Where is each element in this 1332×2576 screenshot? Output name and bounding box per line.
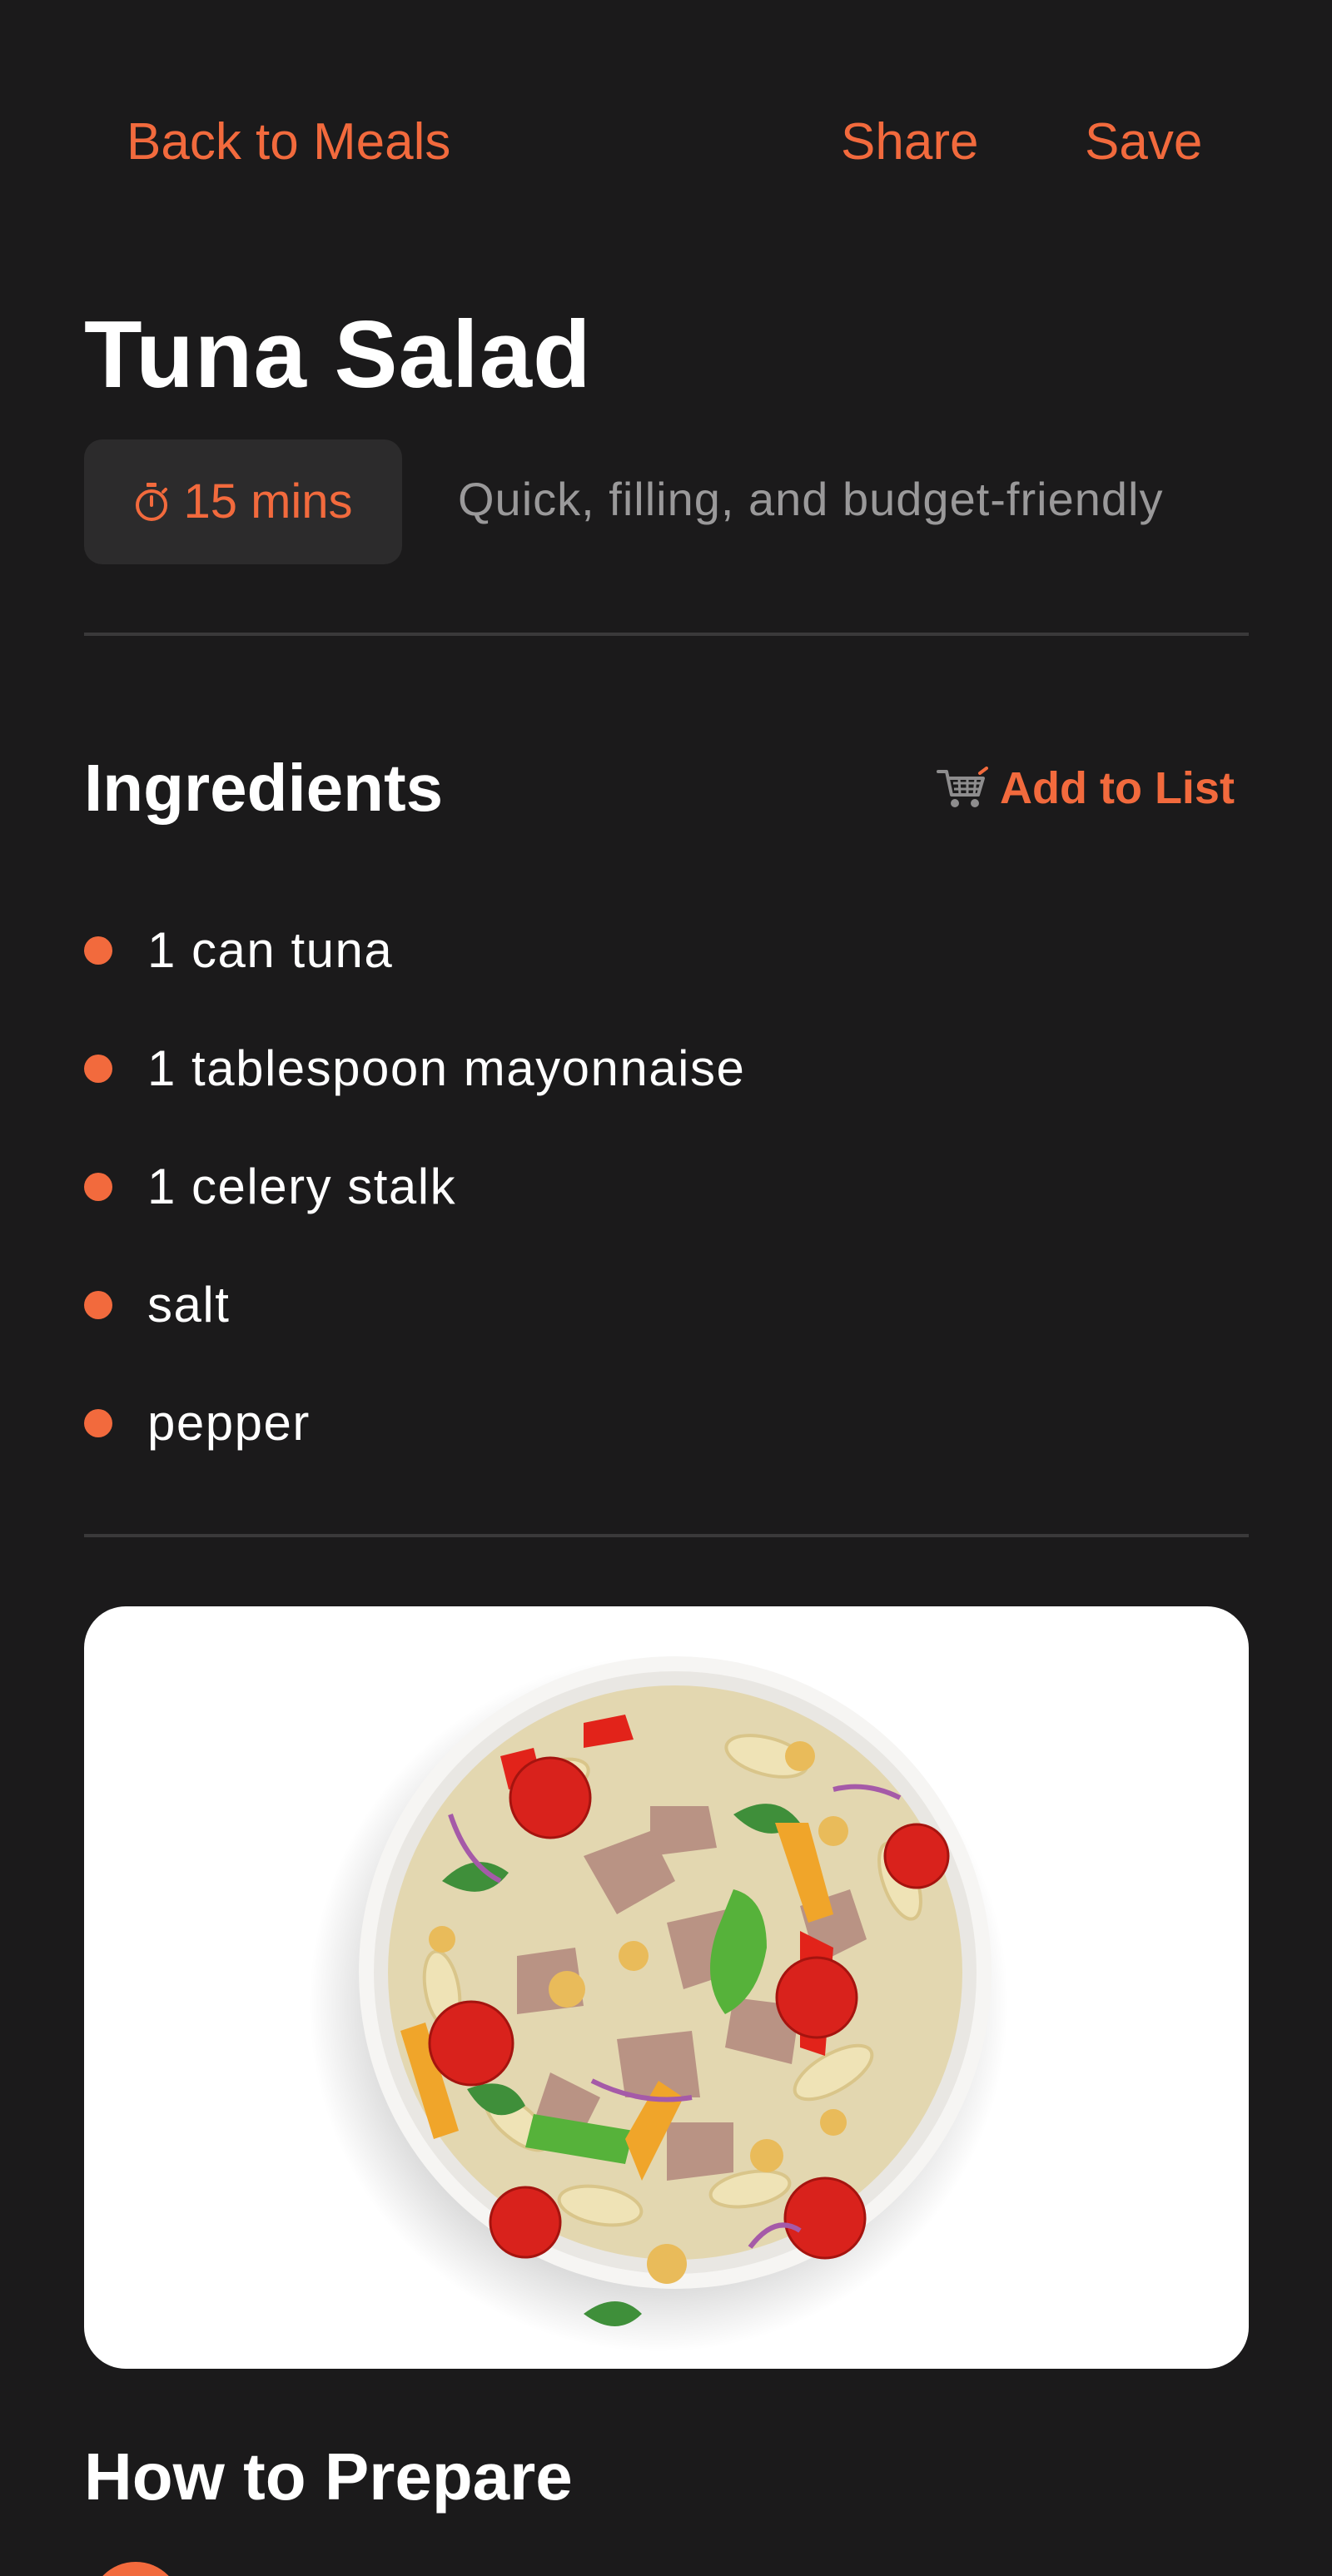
meal-title: Tuna Salad bbox=[84, 302, 592, 408]
list-item: 1 can tuna bbox=[84, 917, 1250, 984]
bullet-dot bbox=[84, 1055, 112, 1083]
bullet-dot bbox=[84, 1173, 112, 1201]
bullet-dot bbox=[84, 1291, 112, 1319]
prep-time-text: 15 mins bbox=[183, 474, 353, 529]
ingredient-text: 1 celery stalk bbox=[147, 1159, 457, 1214]
ingredient-text: salt bbox=[147, 1277, 231, 1333]
meal-tagline: Quick, filling, and budget-friendly bbox=[458, 473, 1164, 525]
ingredient-text: 1 tablespoon mayonnaise bbox=[147, 1040, 746, 1096]
top-navigation: Back to Meals Share Save bbox=[0, 108, 1332, 200]
ingredients-heading: Ingredients bbox=[84, 751, 444, 825]
ingredient-text: 1 can tuna bbox=[147, 922, 394, 978]
save-button[interactable]: Save bbox=[1085, 117, 1202, 168]
step-number-badge bbox=[90, 2562, 181, 2576]
list-item: pepper bbox=[84, 1390, 1250, 1457]
divider bbox=[84, 1534, 1249, 1537]
share-button[interactable]: Share bbox=[841, 117, 978, 168]
meal-detail-screen: Back to Meals Share Save Tuna Salad 15 m… bbox=[0, 0, 1332, 2576]
divider bbox=[84, 633, 1249, 636]
meal-photo bbox=[84, 1606, 1249, 2369]
prep-time-badge: 15 mins bbox=[84, 439, 402, 564]
list-item: salt bbox=[84, 1272, 1250, 1338]
add-to-list-button[interactable]: Add to List bbox=[937, 766, 1235, 811]
how-to-prepare-heading: How to Prepare bbox=[84, 2440, 573, 2514]
cart-icon bbox=[937, 767, 988, 810]
add-to-list-label: Add to List bbox=[1000, 763, 1235, 813]
bullet-dot bbox=[84, 936, 112, 965]
bullet-dot bbox=[84, 1409, 112, 1437]
list-item: 1 tablespoon mayonnaise bbox=[84, 1035, 1250, 1102]
stopwatch-icon bbox=[133, 481, 170, 523]
ingredient-text: pepper bbox=[147, 1395, 311, 1451]
back-to-meals-link[interactable]: Back to Meals bbox=[127, 117, 450, 168]
list-item: 1 celery stalk bbox=[84, 1154, 1250, 1220]
